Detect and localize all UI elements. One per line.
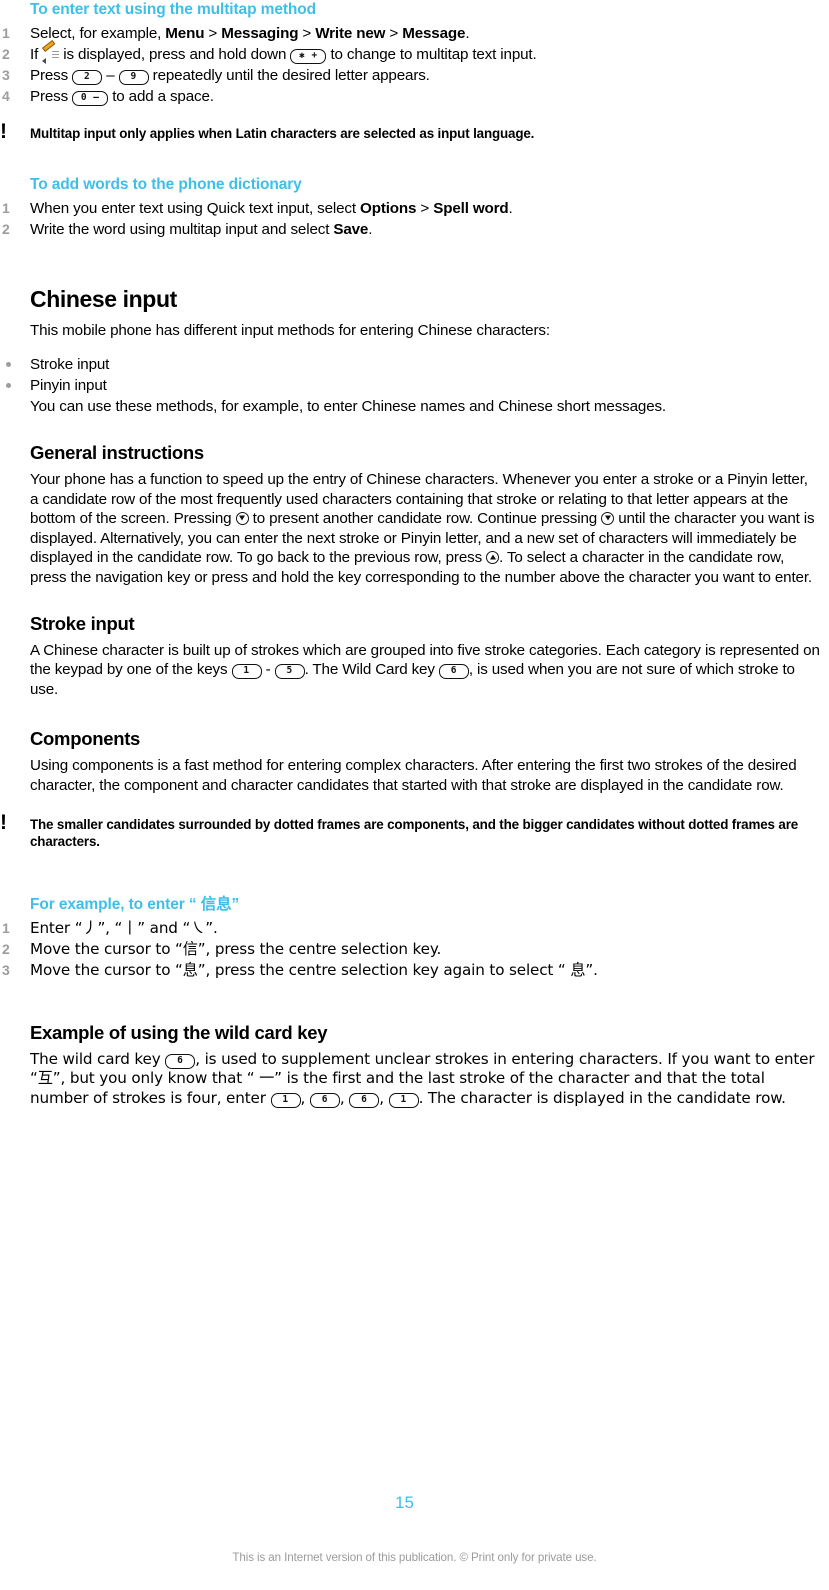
step-text: Enter “丿”, “丨” and “㇏”. [30, 918, 218, 937]
bullet-label: Pinyin input [30, 377, 107, 395]
procedure-title-multitap: To enter text using the multitap method [30, 1, 317, 18]
section-title-wild-card: Example of using the wild card key [30, 1021, 328, 1043]
section-title-components: Components [30, 728, 141, 750]
keypad-key-5: 5 [274, 664, 305, 680]
step-number: 2 [2, 46, 10, 62]
general-instructions-body: Your phone has a function to speed up th… [30, 471, 815, 587]
step-number: 1 [2, 25, 10, 41]
step-number: 1 [2, 199, 10, 216]
keypad-star-key: ✱ + [290, 49, 327, 64]
page-content: To enter text using the multitap method … [0, 0, 829, 1108]
components-body: Using components is a fast method for en… [30, 757, 797, 795]
step-text: When you enter text using Quick text inp… [30, 199, 513, 217]
list-item: 3 Move the cursor to “息”, press the cent… [0, 960, 829, 981]
step-number: 1 [2, 919, 10, 936]
procedure-title-dictionary: To add words to the phone dictionary [30, 175, 302, 193]
footer-copyright-note: This is an Internet version of this publ… [232, 1551, 597, 1564]
step-text: Move the cursor to “信”, press the centre… [30, 939, 442, 958]
step-text: Press 0 ‒ to add a space. [30, 88, 214, 106]
chinese-input-methods-list: Stroke input Pinyin input You can use th… [0, 354, 829, 417]
list-item: 1 Select, for example, Menu > Messaging … [0, 23, 829, 44]
section-title-general-instructions: General instructions [30, 442, 204, 464]
bullet-dot-icon [6, 383, 11, 389]
list-item: 1 Enter “丿”, “丨” and “㇏”. [0, 918, 829, 939]
note-multitap: ! Multitap input only applies when Latin… [0, 121, 820, 143]
list-item: 4 Press 0 ‒ to add a space. [0, 86, 829, 107]
pencil-icon [42, 39, 60, 64]
step-number: 4 [2, 88, 10, 104]
keypad-key-1: 1 [388, 1092, 419, 1108]
step-text: Move the cursor to “息”, press the centre… [30, 960, 598, 979]
keypad-key-6: 6 [349, 1092, 380, 1108]
step-text: Select, for example, Menu > Messaging > … [30, 25, 470, 42]
list-item: Stroke input [0, 354, 829, 375]
steps-list-example-enter: 1 Enter “丿”, “丨” and “㇏”. 2 Move the cur… [0, 918, 829, 981]
step-text: Write the word using multitap input and … [30, 220, 373, 238]
navigation-down-key-icon [235, 512, 249, 526]
chinese-input-intro: This mobile phone has different input me… [30, 321, 550, 339]
steps-list-multitap: 1 Select, for example, Menu > Messaging … [0, 23, 829, 107]
note-components: ! The smaller candidates surrounded by d… [0, 812, 820, 851]
keypad-key-1: 1 [270, 1092, 301, 1108]
navigation-up-key-icon [486, 551, 500, 565]
keypad-key-9: 9 [118, 70, 149, 85]
procedure-title-example-enter: For example, to enter “ 信息” [30, 894, 240, 913]
stroke-input-body: A Chinese character is built up of strok… [30, 641, 820, 698]
manual-page: To enter text using the multitap method … [0, 0, 829, 1590]
note-text: The smaller candidates surrounded by dot… [30, 816, 799, 850]
step-number: 2 [2, 940, 10, 957]
section-title-stroke-input: Stroke input [30, 612, 135, 634]
exclamation-icon: ! [0, 120, 7, 143]
note-text: Multitap input only applies when Latin c… [30, 126, 535, 141]
keypad-key-0: 0 ‒ [72, 91, 109, 106]
list-item: 1 When you enter text using Quick text i… [0, 198, 829, 219]
bullet-label: Stroke input [30, 356, 110, 374]
bullet-continuation: You can use these methods, for example, … [30, 398, 667, 416]
steps-list-dictionary: 1 When you enter text using Quick text i… [0, 198, 829, 240]
section-title-chinese-input: Chinese input [30, 285, 177, 312]
step-text: Press 2 – 9 repeatedly until the desired… [30, 67, 430, 85]
keypad-key-6: 6 [309, 1092, 340, 1108]
list-item: 2 If is displayed, press and hold down ✱… [0, 39, 829, 65]
step-number: 2 [2, 220, 10, 237]
wild-card-body: The wild card key 6, is used to suppleme… [30, 1049, 815, 1108]
step-number: 3 [2, 67, 10, 83]
keypad-key-2: 2 [72, 70, 103, 85]
list-item: 2 Write the word using multitap input an… [0, 219, 829, 240]
navigation-down-key-icon [601, 512, 615, 526]
list-item: 3 Press 2 – 9 repeatedly until the desir… [0, 65, 829, 86]
step-number: 3 [2, 961, 10, 978]
exclamation-icon: ! [0, 810, 7, 834]
keypad-key-6: 6 [438, 664, 469, 680]
step-text: If is displayed, press and hold down ✱ +… [30, 39, 537, 64]
list-item: 2 Move the cursor to “信”, press the cent… [0, 939, 829, 960]
bullet-dot-icon [6, 362, 11, 368]
keypad-key-6: 6 [165, 1053, 196, 1069]
page-number: 15 [395, 1493, 414, 1512]
keypad-key-1: 1 [231, 664, 262, 680]
list-item: Pinyin input You can use these methods, … [0, 375, 829, 417]
